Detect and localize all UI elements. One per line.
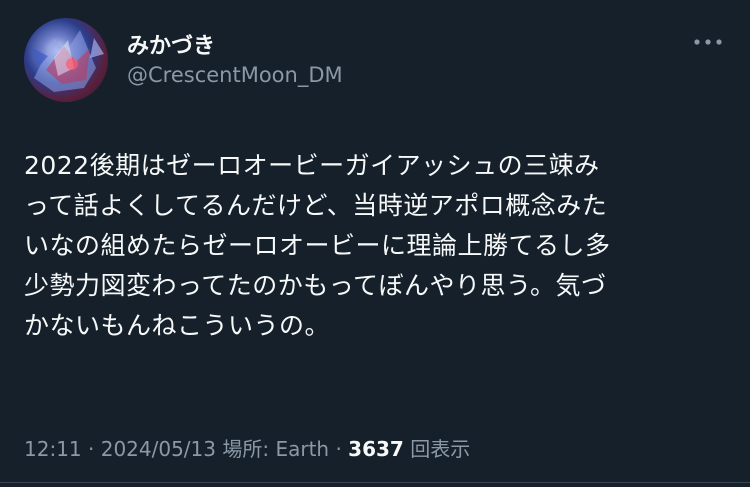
tweet-text-line: 2022後期はゼーロオービーガイアッシュの三竦み (24, 151, 600, 180)
tweet-location: 場所: Earth (222, 437, 330, 461)
tweet-date[interactable]: 2024/05/13 (101, 437, 216, 461)
more-options-button[interactable] (690, 30, 726, 54)
display-name[interactable]: みかづき (127, 28, 215, 60)
avatar[interactable] (24, 18, 108, 102)
more-horizontal-icon (694, 39, 722, 45)
tweet-metadata: 12:11 · 2024/05/13 場所: Earth · 3637 回表示 (24, 433, 470, 462)
user-handle[interactable]: @CrescentMoon_DM (127, 63, 343, 87)
tweet-text-line: かないもんねこういうの。 (24, 311, 331, 340)
tweet-text-line: 少勢力図変わってたのかもってぼんやり思う。気づ (24, 271, 607, 300)
divider (0, 482, 750, 483)
tweet-text-line: って話よくしてるんだけど、当時逆アポロ概念みた (24, 191, 608, 220)
tweet-text-line: いなの組めたらゼーロオービーに理論上勝てるし多 (24, 231, 611, 260)
tweet-time[interactable]: 12:11 (24, 437, 82, 461)
views-count[interactable]: 3637 (348, 437, 404, 461)
views-label: 回表示 (410, 437, 471, 461)
meta-separator: · (335, 437, 342, 461)
meta-separator: · (88, 437, 95, 461)
avatar-image (32, 30, 104, 92)
tweet-text: 2022後期はゼーロオービーガイアッシュの三竦み って話よくしてるんだけど、当時… (24, 146, 724, 346)
